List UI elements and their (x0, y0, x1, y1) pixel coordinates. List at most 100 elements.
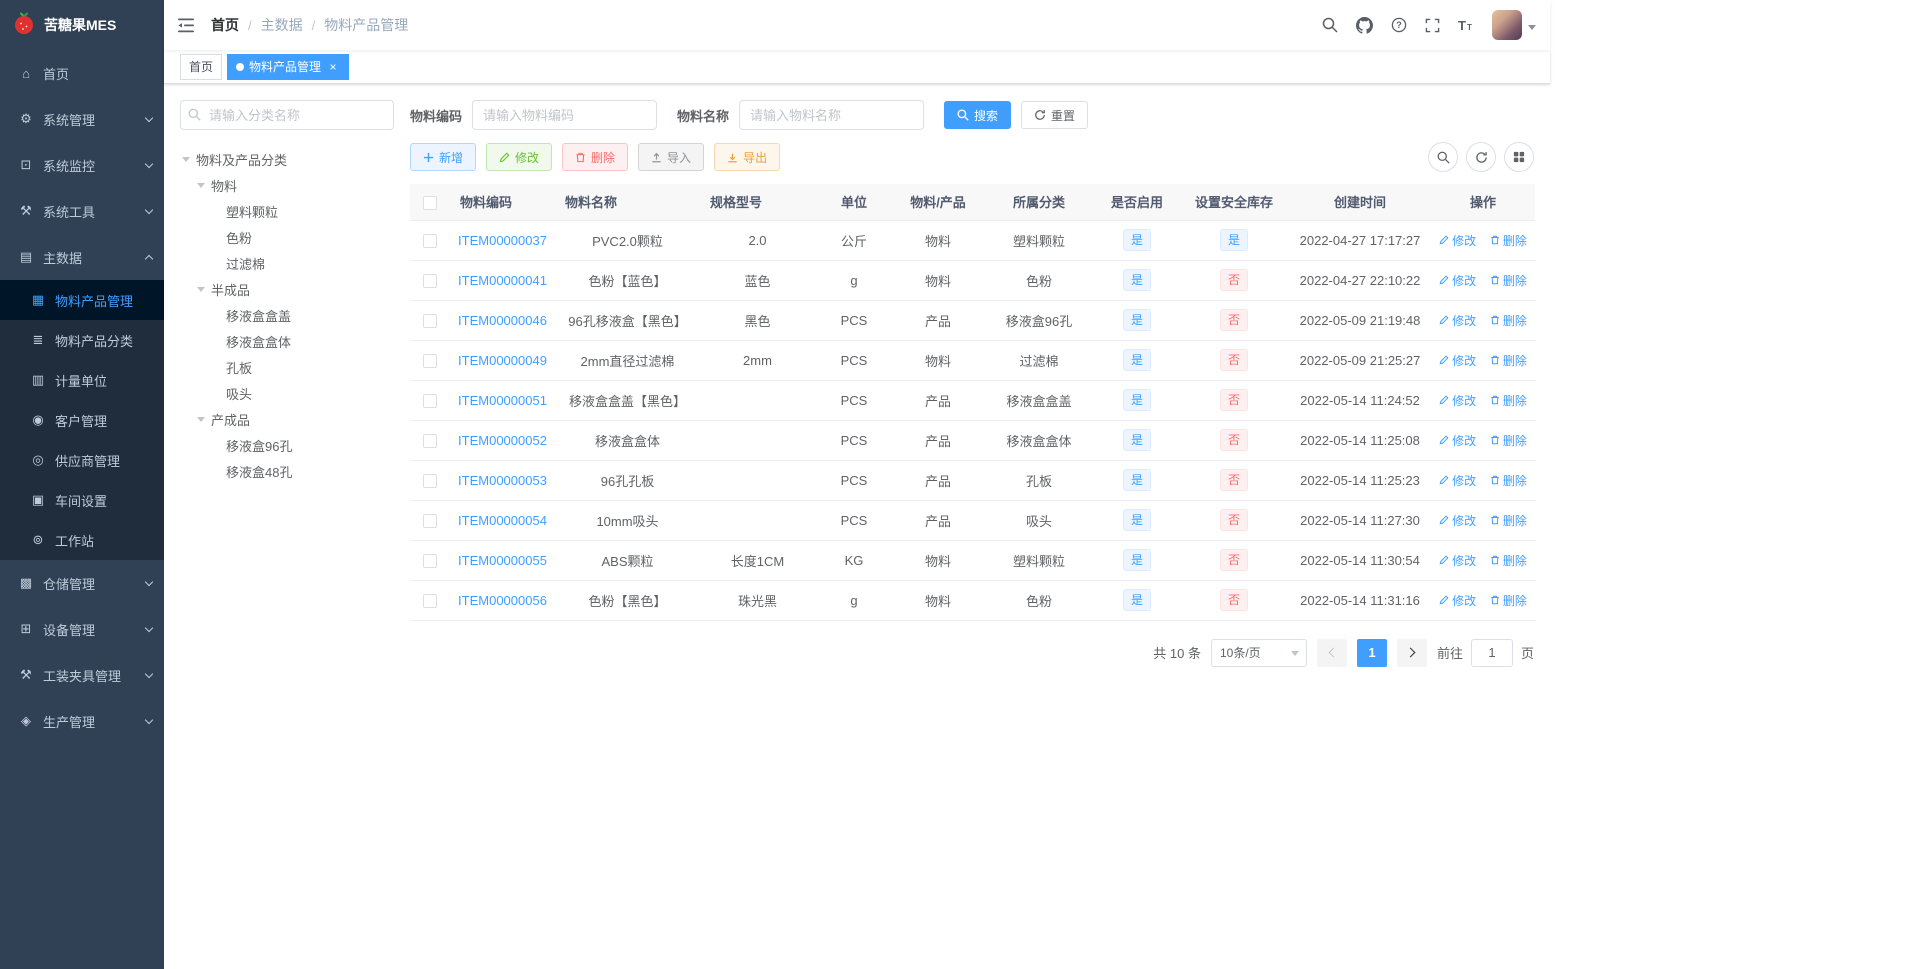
item-code-link[interactable]: ITEM00000055 (458, 553, 547, 568)
tree-node[interactable]: 色粉 (180, 224, 394, 250)
search-button[interactable]: 搜索 (944, 101, 1012, 129)
row-checkbox[interactable] (423, 513, 437, 528)
delete-button[interactable]: 删除 (562, 143, 629, 171)
code-filter-input[interactable] (472, 100, 658, 130)
row-checkbox[interactable] (423, 473, 437, 488)
tree-node[interactable]: 移液盒48孔 (180, 458, 394, 484)
row-checkbox[interactable] (423, 593, 437, 608)
row-edit-link[interactable]: 修改 (1439, 592, 1476, 609)
tab[interactable]: 物料产品管理 × (227, 53, 350, 80)
tab-close-icon[interactable]: × (326, 60, 340, 74)
tree-node[interactable]: 移液盒96孔 (180, 432, 394, 458)
table-row[interactable]: ITEM00000054 10mm吸头 PCS 产品 吸头 是 否 2022-0… (410, 500, 1535, 541)
hamburger-icon[interactable] (178, 18, 205, 33)
tab[interactable]: 首页 × (180, 53, 223, 80)
row-delete-link[interactable]: 删除 (1490, 472, 1527, 489)
row-checkbox[interactable] (423, 553, 437, 568)
add-button[interactable]: 新增 (410, 143, 477, 171)
tree-node[interactable]: 物料及产品分类 (180, 146, 394, 172)
item-code-link[interactable]: ITEM00000054 (458, 513, 547, 528)
font-size-icon[interactable]: T T (1449, 0, 1484, 50)
item-code-link[interactable]: ITEM00000037 (458, 233, 547, 248)
github-icon[interactable] (1347, 0, 1382, 50)
goto-page-input[interactable] (1470, 638, 1513, 667)
table-row[interactable]: ITEM00000049 2mm直径过滤棉 2mm PCS 物料 过滤棉 是 否… (410, 340, 1535, 381)
tree-node[interactable]: 移液盒盒体 (180, 328, 394, 354)
tree-node[interactable]: 过滤棉 (180, 250, 394, 276)
tree-node[interactable]: 吸头 (180, 380, 394, 406)
table-row[interactable]: ITEM00000051 移液盒盒盖【黑色】 PCS 产品 移液盒盒盖 是 否 … (410, 380, 1535, 421)
row-delete-link[interactable]: 删除 (1490, 592, 1527, 609)
sidebar-item[interactable]: ◎ 供应商管理 (0, 440, 164, 480)
sidebar-item[interactable]: ▦ 物料产品管理 (0, 280, 164, 320)
prev-page-button[interactable] (1316, 638, 1347, 667)
item-code-link[interactable]: ITEM00000053 (458, 473, 547, 488)
sidebar-item[interactable]: ⚒ 系统工具 (0, 188, 164, 234)
table-row[interactable]: ITEM00000046 96孔移液盒【黑色】 黑色 PCS 产品 移液盒96孔… (410, 300, 1535, 341)
name-filter-input[interactable] (739, 100, 925, 130)
item-code-link[interactable]: ITEM00000052 (458, 433, 547, 448)
tree-node[interactable]: 半成品 (180, 276, 394, 302)
row-delete-link[interactable]: 删除 (1490, 312, 1527, 329)
sidebar-item[interactable]: ▩ 仓储管理 (0, 560, 164, 606)
breadcrumb-link[interactable]: 主数据 (261, 15, 303, 35)
tree-node[interactable]: 孔板 (180, 354, 394, 380)
sidebar-item[interactable]: ⊞ 设备管理 (0, 606, 164, 652)
row-delete-link[interactable]: 删除 (1490, 232, 1527, 249)
toggle-search-button[interactable] (1428, 142, 1458, 172)
row-delete-link[interactable]: 删除 (1490, 432, 1527, 449)
sidebar-item[interactable]: ▥ 计量单位 (0, 360, 164, 400)
select-all-checkbox[interactable] (423, 195, 437, 210)
item-code-link[interactable]: ITEM00000041 (458, 273, 547, 288)
row-delete-link[interactable]: 删除 (1490, 552, 1527, 569)
table-row[interactable]: ITEM00000052 移液盒盒体 PCS 产品 移液盒盒体 是 否 2022… (410, 420, 1535, 461)
category-search-input[interactable] (180, 100, 394, 130)
row-edit-link[interactable]: 修改 (1439, 352, 1476, 369)
refresh-button[interactable] (1466, 142, 1496, 172)
row-edit-link[interactable]: 修改 (1439, 272, 1476, 289)
sidebar-item[interactable]: ▤ 主数据 (0, 234, 164, 280)
row-edit-link[interactable]: 修改 (1439, 512, 1476, 529)
row-checkbox[interactable] (423, 433, 437, 448)
row-checkbox[interactable] (423, 233, 437, 248)
next-page-button[interactable] (1396, 638, 1427, 667)
table-row[interactable]: ITEM00000053 96孔孔板 PCS 产品 孔板 是 否 2022-05… (410, 460, 1535, 501)
user-menu[interactable] (1492, 10, 1540, 40)
breadcrumb-link[interactable]: 物料产品管理 (324, 15, 408, 35)
sidebar-item[interactable]: ▣ 车间设置 (0, 480, 164, 520)
search-icon[interactable] (1313, 0, 1347, 50)
tree-node[interactable]: 移液盒盒盖 (180, 302, 394, 328)
page-size-select[interactable]: 10条/页 (1210, 638, 1307, 667)
table-row[interactable]: ITEM00000037 PVC2.0颗粒 2.0 公斤 物料 塑料颗粒 是 是… (410, 220, 1535, 261)
columns-button[interactable] (1504, 142, 1534, 172)
sidebar-item[interactable]: ◉ 客户管理 (0, 400, 164, 440)
item-code-link[interactable]: ITEM00000049 (458, 353, 547, 368)
reset-button[interactable]: 重置 (1021, 101, 1089, 129)
tree-node[interactable]: 物料 (180, 172, 394, 198)
tree-node[interactable]: 产成品 (180, 406, 394, 432)
tree-node[interactable]: 塑料颗粒 (180, 198, 394, 224)
export-button[interactable]: 导出 (714, 143, 781, 171)
row-checkbox[interactable] (423, 273, 437, 288)
row-edit-link[interactable]: 修改 (1439, 432, 1476, 449)
item-code-link[interactable]: ITEM00000056 (458, 593, 547, 608)
row-checkbox[interactable] (423, 393, 437, 408)
row-checkbox[interactable] (423, 353, 437, 368)
avatar[interactable] (1492, 10, 1522, 40)
sidebar-item[interactable]: ◈ 生产管理 (0, 698, 164, 744)
row-edit-link[interactable]: 修改 (1439, 232, 1476, 249)
sidebar-item[interactable]: ⊚ 工作站 (0, 520, 164, 560)
app-logo[interactable]: 苦糖果MES (0, 0, 164, 50)
sidebar-item[interactable]: ⚒ 工装夹具管理 (0, 652, 164, 698)
sidebar-item[interactable]: ⌂ 首页 (0, 50, 164, 96)
import-button[interactable]: 导入 (638, 143, 705, 171)
row-delete-link[interactable]: 删除 (1490, 272, 1527, 289)
table-row[interactable]: ITEM00000041 色粉【蓝色】 蓝色 g 物料 色粉 是 否 2022-… (410, 260, 1535, 301)
row-edit-link[interactable]: 修改 (1439, 312, 1476, 329)
sidebar-item[interactable]: ⊡ 系统监控 (0, 142, 164, 188)
question-icon[interactable]: ? (1382, 0, 1416, 50)
edit-button[interactable]: 修改 (486, 143, 553, 171)
row-edit-link[interactable]: 修改 (1439, 472, 1476, 489)
page-number-button[interactable]: 1 (1356, 638, 1387, 667)
sidebar-item[interactable]: ≣ 物料产品分类 (0, 320, 164, 360)
